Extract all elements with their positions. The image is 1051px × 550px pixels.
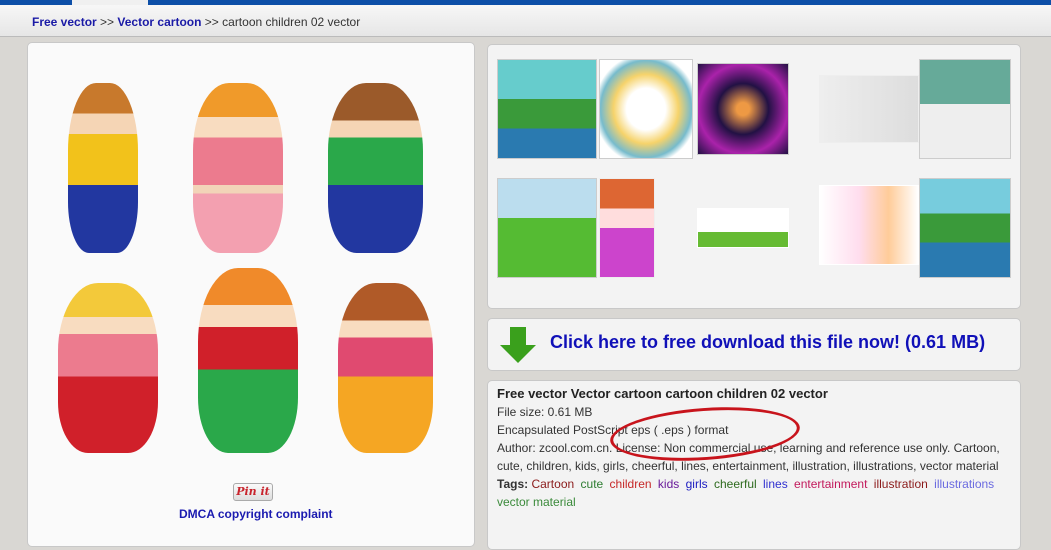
preview-panel: Pin it DMCA copyright complaint [27, 42, 475, 547]
cartoon-children-image [43, 63, 453, 463]
tag-link[interactable]: girls [686, 477, 708, 491]
thumbnail-10[interactable] [919, 178, 1011, 278]
tag-link[interactable]: illustration [874, 477, 928, 491]
breadcrumb-bar: Free vector >> Vector cartoon >> cartoon… [0, 5, 1051, 37]
breadcrumb-separator: >> [100, 15, 115, 29]
tag-link[interactable]: Cartoon [531, 477, 574, 491]
thumbnail-3[interactable] [697, 63, 789, 155]
breadcrumb-free-vector[interactable]: Free vector [32, 15, 97, 29]
tag-link[interactable]: children [610, 477, 652, 491]
related-panel [487, 44, 1021, 309]
tag-link[interactable]: cute [581, 477, 604, 491]
thumbnail-7[interactable] [599, 178, 655, 278]
thumbnail-2[interactable] [599, 59, 693, 159]
breadcrumb: Free vector >> Vector cartoon >> cartoon… [32, 15, 360, 29]
breadcrumb-current: cartoon children 02 vector [222, 15, 361, 29]
tag-link[interactable]: cheerful [714, 477, 757, 491]
tag-link[interactable]: vector material [497, 495, 576, 509]
thumbnail-5[interactable] [919, 59, 1011, 159]
pin-it-button[interactable]: Pin it [233, 483, 273, 501]
dmca-link[interactable]: DMCA copyright complaint [179, 507, 333, 521]
tag-link[interactable]: illustrations [934, 477, 994, 491]
tag-link[interactable]: entertainment [794, 477, 867, 491]
tags: Tags: Cartoon cute children kids girls c… [497, 475, 1011, 511]
tag-link[interactable]: lines [763, 477, 788, 491]
thumbnail-4[interactable] [819, 75, 919, 143]
file-title: Free vector Vector cartoon cartoon child… [497, 386, 828, 401]
breadcrumb-vector-cartoon[interactable]: Vector cartoon [117, 15, 201, 29]
download-panel[interactable]: Click here to free download this file no… [487, 318, 1021, 371]
thumbnail-8[interactable] [697, 208, 789, 248]
tag-link[interactable]: kids [658, 477, 679, 491]
thumbnail-9[interactable] [819, 185, 919, 265]
thumbnail-1[interactable] [497, 59, 597, 159]
breadcrumb-separator: >> [204, 15, 219, 29]
tags-label: Tags: [497, 477, 529, 491]
thumbnail-6[interactable] [497, 178, 597, 278]
download-link[interactable]: Click here to free download this file no… [550, 332, 985, 353]
info-panel: Free vector Vector cartoon cartoon child… [487, 380, 1021, 550]
